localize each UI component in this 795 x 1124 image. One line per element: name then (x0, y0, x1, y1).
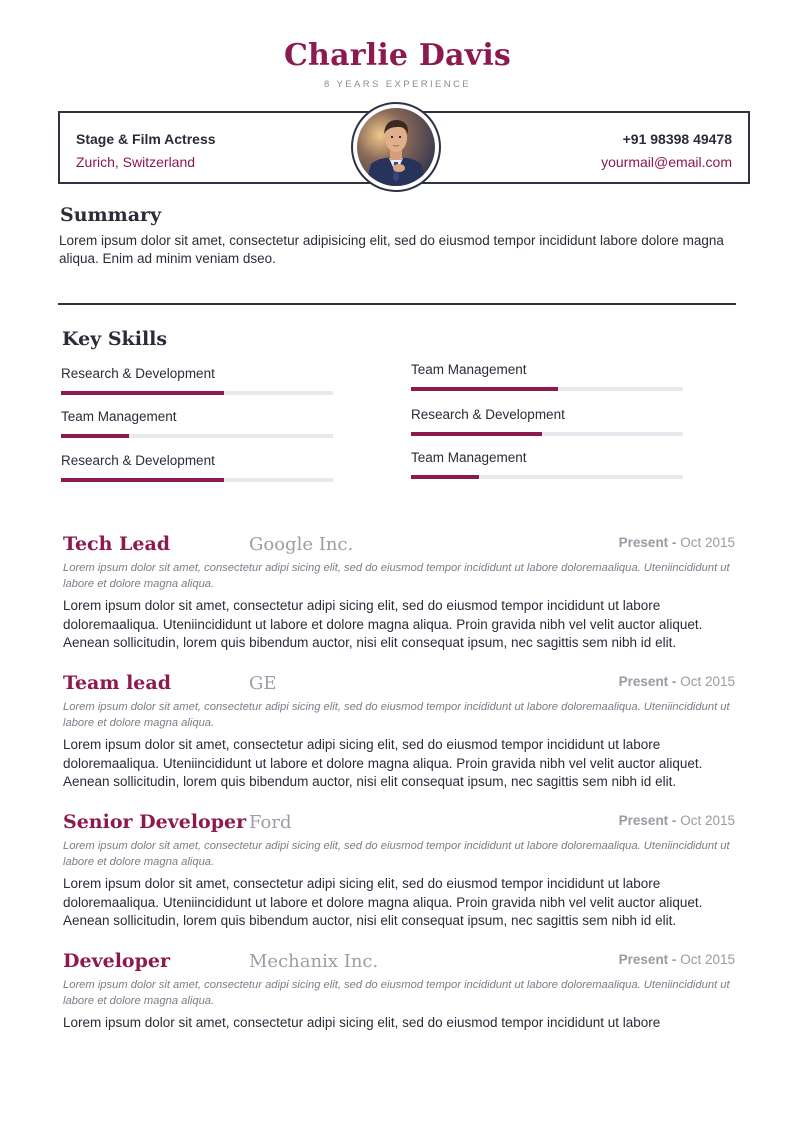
job-summary: Lorem ipsum dolor sit amet, consectetur … (63, 979, 730, 1007)
section-divider (58, 303, 736, 305)
avatar (357, 108, 435, 186)
company-name: Google Inc. (249, 534, 354, 555)
job-title: Senior Developer (63, 811, 247, 833)
skill-bar (61, 434, 333, 438)
job-summary: Lorem ipsum dolor sit amet, consectetur … (63, 562, 730, 590)
skills-heading: Key Skills (62, 328, 168, 350)
job-title: Tech Lead (63, 533, 171, 555)
skill-bar-fill (411, 475, 479, 479)
skill-bar-fill (61, 434, 129, 438)
skill-bar (61, 478, 333, 482)
skill-label: Research & Development (411, 407, 565, 422)
job-description: Lorem ipsum dolor sit amet, consectetur … (63, 876, 703, 928)
date-end: Oct 2015 (680, 535, 735, 550)
job-entry: Developer Mechanix Inc. Present - Oct 20… (63, 950, 735, 1033)
job-description: Lorem ipsum dolor sit amet, consectetur … (63, 598, 703, 650)
job-role: Stage & Film Actress (76, 131, 216, 147)
location: Zurich, Switzerland (76, 154, 196, 170)
job-summary: Lorem ipsum dolor sit amet, consectetur … (63, 840, 730, 868)
avatar-frame (351, 102, 441, 192)
job-entry: Senior Developer Ford Present - Oct 2015… (63, 811, 735, 931)
summary-text: Lorem ipsum dolor sit amet, consectetur … (59, 233, 724, 266)
date-start: Present - (618, 535, 677, 550)
skill-item: Team Management (411, 450, 683, 479)
skill-label: Team Management (411, 362, 527, 377)
skill-bar (411, 387, 683, 391)
date-start: Present - (618, 813, 677, 828)
job-title: Team lead (63, 672, 171, 694)
skill-bar-fill (411, 387, 558, 391)
candidate-name: Charlie Davis (283, 38, 512, 73)
job-dates: Present - Oct 2015 (619, 952, 735, 967)
skill-item: Research & Development (411, 407, 683, 436)
job-dates: Present - Oct 2015 (619, 535, 735, 550)
job-description: Lorem ipsum dolor sit amet, consectetur … (63, 737, 703, 789)
job-entry: Tech Lead Google Inc. Present - Oct 2015… (63, 533, 735, 653)
skill-bar-fill (61, 478, 225, 482)
skill-label: Research & Development (61, 453, 215, 468)
job-title: Developer (63, 950, 170, 972)
date-end: Oct 2015 (680, 674, 735, 689)
skill-label: Team Management (61, 409, 177, 424)
skill-item: Team Management (61, 409, 333, 438)
company-name: Mechanix Inc. (249, 951, 379, 972)
company-name: GE (249, 673, 277, 694)
skill-bar-fill (411, 432, 542, 436)
skill-label: Team Management (411, 450, 527, 465)
summary-heading: Summary (60, 204, 162, 226)
company-name: Ford (249, 812, 292, 833)
job-summary: Lorem ipsum dolor sit amet, consectetur … (63, 701, 730, 729)
skill-item: Research & Development (61, 366, 333, 395)
phone-number: +91 98398 49478 (622, 131, 732, 147)
job-description: Lorem ipsum dolor sit amet, consectetur … (63, 1015, 661, 1030)
date-end: Oct 2015 (680, 952, 735, 967)
skill-item: Research & Development (61, 453, 333, 482)
date-end: Oct 2015 (680, 813, 735, 828)
skill-bar-fill (61, 391, 225, 395)
skill-item: Team Management (411, 362, 683, 391)
experience-years: 8 YEARS EXPERIENCE (323, 79, 472, 90)
job-entry: Team lead GE Present - Oct 2015 Lorem ip… (63, 672, 735, 792)
skill-bar (411, 475, 683, 479)
avatar-photo (357, 108, 435, 186)
job-dates: Present - Oct 2015 (619, 674, 735, 689)
skill-bar (411, 432, 683, 436)
email-address[interactable]: yourmail@email.com (601, 154, 732, 170)
job-dates: Present - Oct 2015 (619, 813, 735, 828)
date-start: Present - (618, 952, 677, 967)
date-start: Present - (618, 674, 677, 689)
skill-bar (61, 391, 333, 395)
skill-label: Research & Development (61, 366, 215, 381)
